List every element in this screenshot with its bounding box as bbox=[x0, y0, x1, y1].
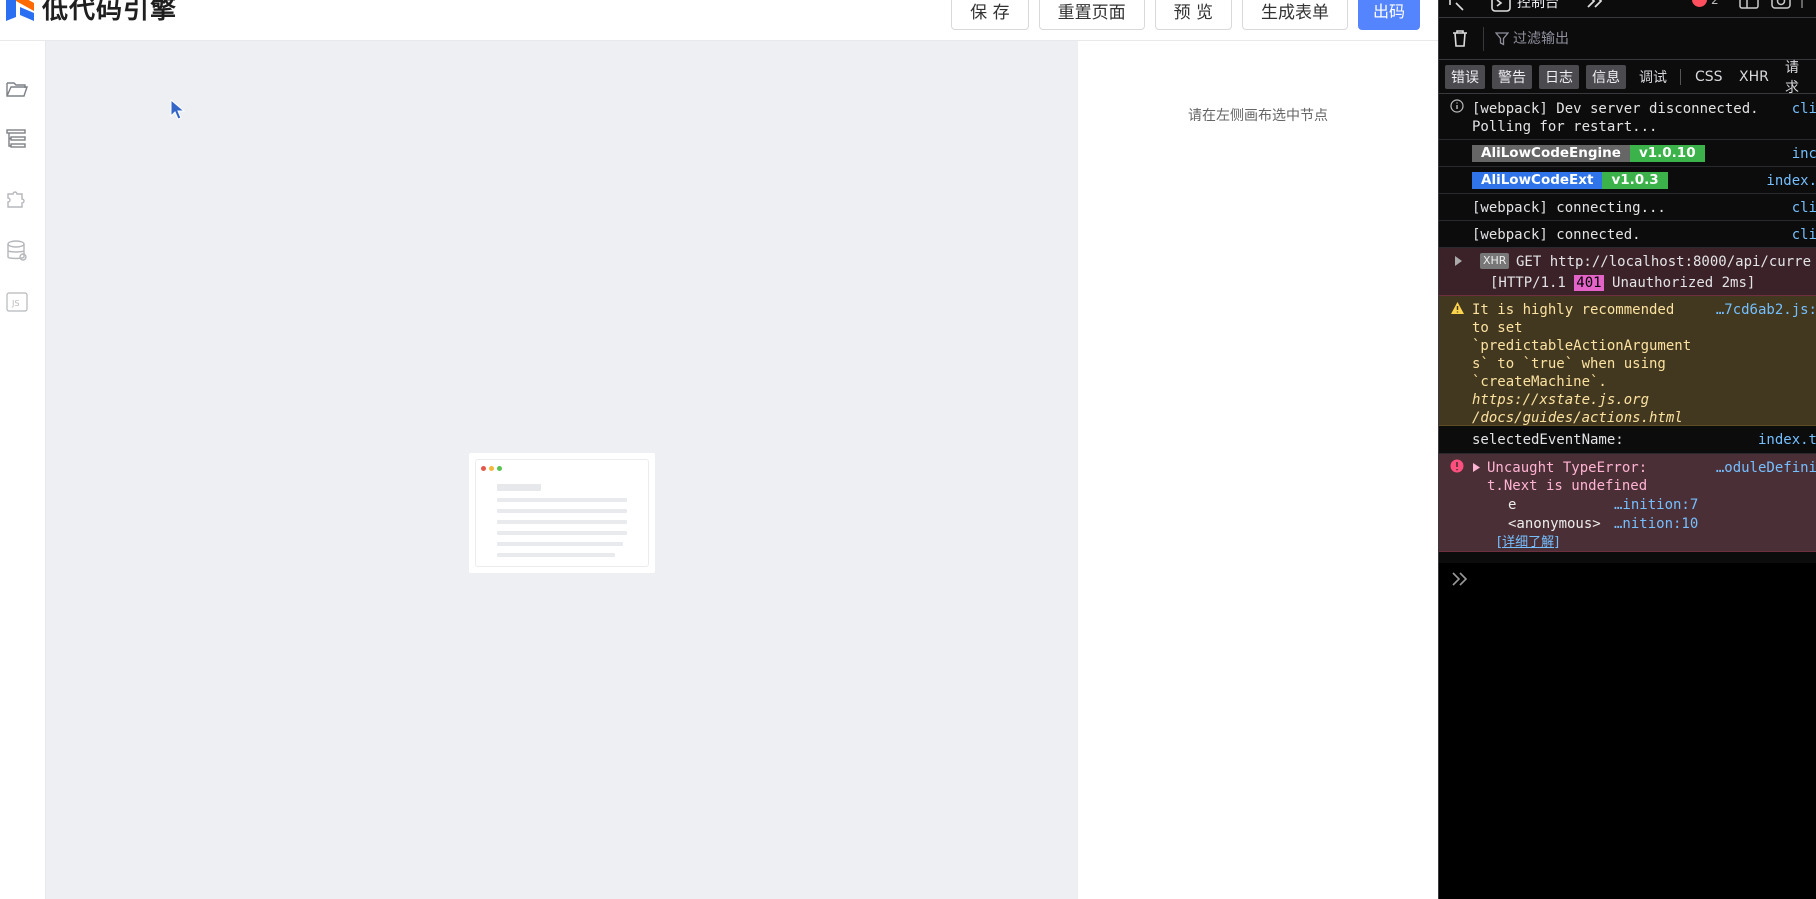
illustration-window bbox=[475, 459, 649, 567]
levels-divider bbox=[1680, 69, 1681, 85]
window-dot-green bbox=[497, 466, 502, 471]
settings-panel: 请在左侧画布选中节点 bbox=[1078, 41, 1438, 899]
preview-button[interactable]: 预 览 bbox=[1154, 0, 1232, 30]
level-info-toggle[interactable]: 信息 bbox=[1586, 65, 1626, 89]
stack-frame: e …inition:7 bbox=[1508, 497, 1699, 513]
console-filter-bar bbox=[1439, 18, 1816, 60]
illustration-line bbox=[497, 520, 627, 524]
warning-icon bbox=[1451, 302, 1464, 314]
illustration-line bbox=[497, 553, 615, 557]
element-picker-icon[interactable] bbox=[1447, 0, 1467, 14]
expand-arrow-icon[interactable] bbox=[1472, 462, 1481, 473]
illustration-line bbox=[497, 484, 541, 491]
logo-icon bbox=[6, 0, 34, 21]
console-tab-icon[interactable] bbox=[1491, 0, 1511, 14]
folder-icon[interactable] bbox=[5, 77, 29, 101]
console-message-xstate-warning: It is highly recommended to set `predict… bbox=[1439, 296, 1816, 426]
empty-canvas-illustration bbox=[469, 453, 655, 573]
message-source-link[interactable]: …7cd6ab2.js: bbox=[1716, 301, 1816, 319]
settings-empty-hint: 请在左侧画布选中节点 bbox=[1188, 108, 1328, 124]
console-messages: [webpack] Dev server disconnected. Polli… bbox=[1439, 94, 1816, 552]
reset-page-button[interactable]: 重置页面 bbox=[1038, 0, 1145, 30]
type-css-toggle[interactable]: CSS bbox=[1689, 65, 1729, 89]
app-logo: 低代码引擎 bbox=[6, 0, 178, 25]
console-message-type-error: Uncaught TypeError: t.Next is undefined … bbox=[1439, 454, 1816, 552]
error-icon bbox=[1450, 459, 1464, 473]
level-debug-toggle[interactable]: 调试 bbox=[1633, 65, 1673, 89]
error-count-icon bbox=[1692, 0, 1707, 7]
svg-text:JS: JS bbox=[11, 299, 19, 308]
illustration-line bbox=[497, 542, 623, 546]
console-message-xhr-401[interactable]: XHR GET http://localhost:8000/api/curre … bbox=[1439, 248, 1816, 296]
log-level-filters: 错误 警告 日志 信息 调试 CSS XHR 请求 bbox=[1439, 60, 1816, 96]
js-code-icon[interactable]: JS bbox=[5, 290, 29, 314]
message-source-link[interactable]: index. bbox=[1766, 172, 1816, 190]
console-message-connected: [webpack] connected. cli bbox=[1439, 221, 1816, 248]
message-source-link[interactable]: index.t bbox=[1758, 431, 1816, 449]
tabbar-divider bbox=[1801, 0, 1803, 8]
datasource-icon[interactable] bbox=[5, 239, 29, 263]
xstate-docs-link[interactable]: https://xstate.js.org bbox=[1472, 391, 1691, 409]
save-button[interactable]: 保 存 bbox=[951, 0, 1029, 30]
console-input-area[interactable] bbox=[1439, 563, 1816, 899]
level-warnings-toggle[interactable]: 警告 bbox=[1492, 65, 1532, 89]
stack-frame: <anonymous> …nition:10 bbox=[1508, 516, 1699, 532]
console-tab-label[interactable]: 控制台 bbox=[1517, 0, 1559, 12]
more-tabs-chevron-icon[interactable] bbox=[1585, 0, 1605, 9]
ext-version-badge: AliLowCodeExt v1.0.3 bbox=[1472, 172, 1668, 189]
export-code-button[interactable]: 出码 bbox=[1357, 0, 1420, 30]
screenshot-icon[interactable] bbox=[1771, 0, 1791, 9]
engine-version-badge: AliLowCodeEngine v1.0.10 bbox=[1472, 145, 1705, 162]
console-message-engine-version: AliLowCodeEngine v1.0.10 inc bbox=[1439, 140, 1816, 167]
window-dot-yellow bbox=[489, 466, 494, 471]
type-requests-toggle[interactable]: 请求 bbox=[1779, 60, 1816, 96]
message-source-link[interactable]: cli bbox=[1792, 226, 1816, 244]
error-text: Uncaught TypeError: t.Next is undefined bbox=[1487, 460, 1648, 494]
error-count[interactable]: 2 bbox=[1711, 0, 1719, 7]
top-toolbar: 低代码引擎 保 存 重置页面 预 览 生成表单 出码 bbox=[0, 0, 1438, 41]
window-dot-red bbox=[481, 466, 486, 471]
type-xhr-toggle[interactable]: XHR bbox=[1733, 65, 1775, 89]
http-status-badge: 401 bbox=[1574, 275, 1604, 291]
xhr-tag: XHR bbox=[1480, 253, 1510, 269]
console-message-selected-event: selectedEventName: index.t bbox=[1439, 426, 1816, 454]
devtools-console: 控制台 2 错误 警告 bbox=[1438, 0, 1816, 899]
dock-side-icon[interactable] bbox=[1739, 0, 1759, 9]
component-plugin-icon[interactable] bbox=[5, 185, 29, 209]
illustration-line bbox=[497, 509, 627, 513]
trash-icon[interactable] bbox=[1451, 28, 1469, 48]
console-message-connecting: [webpack] connecting... cli bbox=[1439, 194, 1816, 221]
app-title: 低代码引擎 bbox=[42, 0, 178, 25]
learn-more-link[interactable]: [详细了解] bbox=[1497, 534, 1559, 552]
message-source-link[interactable]: …oduleDefini bbox=[1716, 459, 1816, 477]
filter-icon bbox=[1495, 32, 1509, 46]
devtools-tabbar: 控制台 2 bbox=[1439, 0, 1816, 18]
message-text: [webpack] Dev server disconnected. Polli… bbox=[1472, 101, 1759, 135]
mouse-cursor-icon bbox=[170, 98, 186, 121]
filter-divider bbox=[1483, 27, 1484, 51]
xstate-docs-link[interactable]: /docs/guides/actions.html bbox=[1472, 409, 1691, 427]
warning-text: It is highly recommended to set `predict… bbox=[1472, 302, 1692, 427]
console-message-ext-version: AliLowCodeExt v1.0.3 index. bbox=[1439, 167, 1816, 194]
level-logs-toggle[interactable]: 日志 bbox=[1539, 65, 1579, 89]
xhr-status-line: [HTTP/1.1 401 Unauthorized 2ms] bbox=[1490, 275, 1756, 291]
design-canvas[interactable] bbox=[46, 41, 1078, 899]
message-source-link[interactable]: cli bbox=[1792, 100, 1816, 118]
left-panel-bar: JS bbox=[0, 41, 46, 899]
console-message-webpack-disconnected: [webpack] Dev server disconnected. Polli… bbox=[1439, 94, 1816, 140]
message-source-link[interactable]: inc bbox=[1792, 145, 1816, 163]
expand-arrow-icon[interactable] bbox=[1454, 255, 1464, 267]
info-icon bbox=[1450, 99, 1464, 113]
illustration-line bbox=[497, 531, 627, 535]
message-source-link[interactable]: cli bbox=[1792, 199, 1816, 217]
outline-tree-icon[interactable] bbox=[5, 127, 29, 151]
console-prompt-icon bbox=[1452, 572, 1468, 586]
toolbar-actions: 保 存 重置页面 预 览 生成表单 出码 bbox=[951, 0, 1420, 30]
console-filter-input[interactable] bbox=[1513, 29, 1813, 49]
illustration-line bbox=[497, 498, 627, 502]
lowcode-editor: 低代码引擎 保 存 重置页面 预 览 生成表单 出码 JS 请在左侧画布选中节点 bbox=[0, 0, 1438, 899]
level-errors-toggle[interactable]: 错误 bbox=[1445, 65, 1485, 89]
generate-form-button[interactable]: 生成表单 bbox=[1241, 0, 1348, 30]
screen: 低代码引擎 保 存 重置页面 预 览 生成表单 出码 JS 请在左侧画布选中节点… bbox=[0, 0, 1816, 899]
